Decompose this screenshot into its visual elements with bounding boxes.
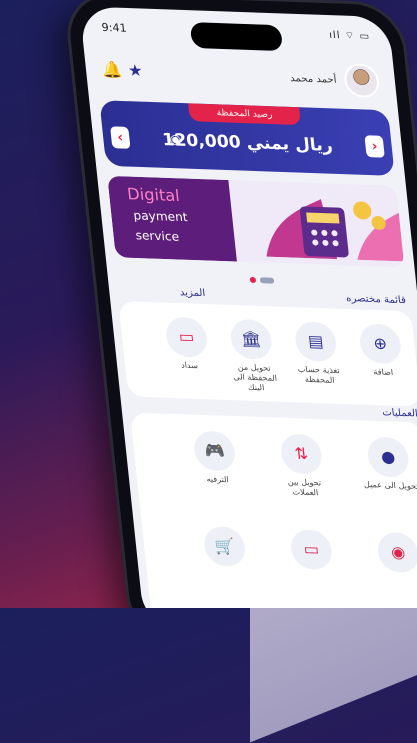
quick-action-label: اضافة: [372, 367, 394, 378]
quick-action-label: سداد: [180, 360, 199, 371]
chevron-right-icon[interactable]: ›: [364, 135, 385, 158]
banner-line-2: payment: [132, 208, 189, 225]
carousel-dots: [106, 263, 417, 293]
promo-banner[interactable]: Digital payment service: [107, 175, 405, 268]
quick-actions-card: ⊕ اضافة ▤ تغذية حساب المحفظة 🏛 تحويل من …: [118, 301, 417, 407]
operation-item[interactable]: ◉: [368, 531, 417, 578]
operation-item[interactable]: ▭: [281, 528, 343, 575]
app-header: 🔔 ★ أحمد محمد: [101, 55, 382, 104]
user-profile[interactable]: أحمد محمد: [289, 63, 381, 100]
coins-icon: ◉: [375, 531, 417, 574]
quick-action[interactable]: ▤ تغذية حساب المحفظة: [285, 321, 348, 387]
operation-label: تحويل بين العملات: [287, 477, 322, 498]
top-up-icon: ▤: [293, 321, 338, 363]
wallet-title: رصيد المحفظة: [188, 103, 301, 126]
operation-item[interactable]: 🛒: [194, 525, 256, 572]
status-time: 9:41: [101, 20, 128, 35]
bell-icon[interactable]: 🔔: [101, 60, 123, 80]
operations-card: ● تحويل الى عميل ⇅ تحويل بين العملات 🎮 ا…: [130, 412, 417, 608]
user-name: أحمد محمد: [289, 73, 338, 86]
carousel-dot-active[interactable]: [259, 277, 275, 284]
operation-item[interactable]: ● تحويل الى عميل: [358, 436, 417, 492]
quick-action[interactable]: ⊕ اضافة: [350, 323, 412, 379]
operation-label: [286, 572, 343, 574]
currency-exchange-icon: ⇅: [279, 433, 324, 475]
operations-title: العمليات: [381, 407, 417, 420]
chevron-left-icon[interactable]: ‹: [110, 126, 131, 149]
banner-line-3: service: [134, 228, 180, 244]
quick-action[interactable]: 🏛 تحويل من المحفظة الى البنك: [221, 318, 285, 394]
add-icon: ⊕: [358, 323, 403, 365]
avatar[interactable]: [342, 63, 381, 99]
gamepad-icon: 🎮: [192, 430, 237, 472]
banner-illustration: [266, 199, 405, 262]
carousel-dot[interactable]: [249, 276, 257, 284]
wallet-balance-card: رصيد المحفظة ‹ ◉ 120,000 ريال يمني ›: [99, 100, 395, 176]
bank-icon: 🏛: [228, 318, 274, 360]
banner-line-1: Digital: [126, 184, 181, 206]
wallet-balance: 120,000 ريال يمني: [161, 130, 334, 156]
quick-action[interactable]: ▭ سداد: [156, 316, 218, 372]
phone-mockup: 9:41 ıll ⌔ ▭ 🔔 ★ أحمد محمد رصيد المحفظة …: [66, 0, 417, 608]
more-link[interactable]: المزيد: [179, 287, 206, 299]
star-icon[interactable]: ★: [125, 61, 145, 80]
operation-item[interactable]: 🎮 الترفيه: [184, 430, 246, 486]
status-icons: ıll ⌔ ▭: [328, 29, 371, 43]
operation-item[interactable]: ⇅ تحويل بين العملات: [271, 433, 334, 499]
transfer-user-icon: ●: [365, 436, 411, 478]
card-pay-icon: ▭: [164, 316, 209, 358]
operation-label: [199, 569, 256, 571]
operation-label: الترفيه: [205, 474, 230, 485]
cart-icon: 🛒: [202, 525, 247, 568]
quick-action-label: تحويل من المحفظة الى البنك: [232, 362, 278, 393]
banner-panel: Digital payment service: [107, 175, 237, 262]
operation-label: [372, 575, 417, 577]
quick-action-label: تغذية حساب المحفظة: [297, 364, 341, 385]
quick-list-title: قائمة مختصره: [345, 293, 407, 307]
operation-label: تحويل الى عميل: [363, 480, 417, 491]
card-icon: ▭: [289, 528, 334, 571]
